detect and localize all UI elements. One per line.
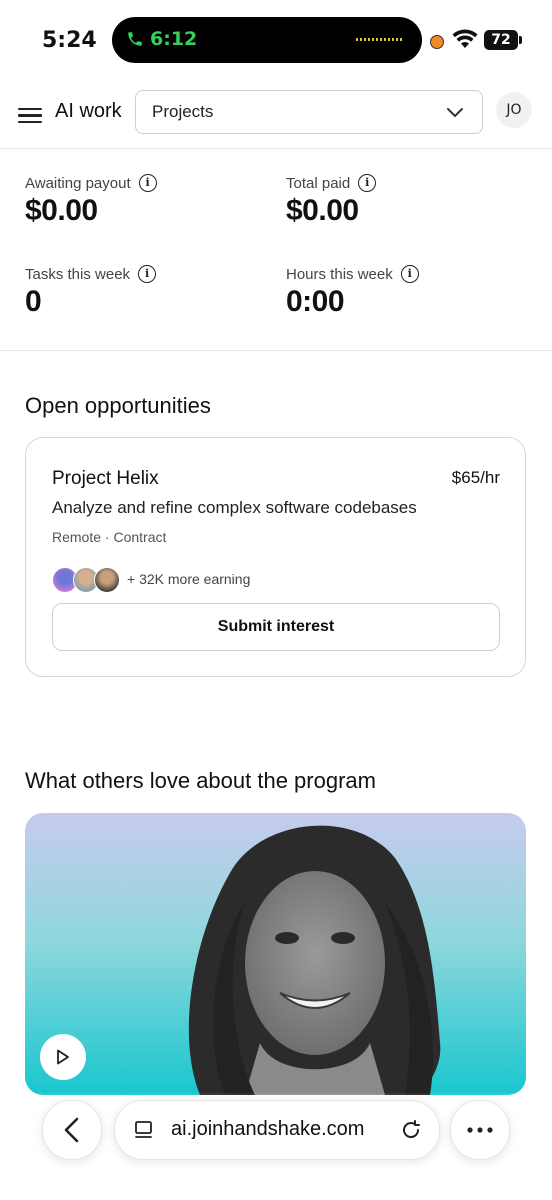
active-call[interactable]: 6:12 bbox=[126, 28, 197, 50]
phone-icon bbox=[128, 32, 142, 46]
submit-interest-button[interactable]: Submit interest bbox=[52, 603, 500, 651]
chevron-left-icon bbox=[64, 1117, 79, 1143]
app-title: AI work bbox=[55, 100, 122, 122]
info-icon[interactable]: i bbox=[400, 265, 419, 283]
stat-value: $0.00 bbox=[25, 194, 98, 227]
more-options-button[interactable] bbox=[450, 1100, 510, 1160]
workspace-select[interactable]: Projects bbox=[135, 90, 483, 134]
reload-icon[interactable] bbox=[399, 1118, 423, 1142]
testimonial-person-image bbox=[188, 825, 441, 1095]
dynamic-island[interactable]: 6:12 bbox=[112, 17, 422, 63]
stat-value: 0 bbox=[25, 285, 42, 318]
more-icon bbox=[467, 1127, 493, 1133]
play-icon bbox=[57, 1049, 69, 1065]
stat-label: Hours this week bbox=[286, 265, 393, 283]
audio-waveform-icon bbox=[356, 38, 404, 41]
earning-count: + 32K more earning bbox=[127, 571, 251, 587]
address-bar[interactable]: ai.joinhandshake.com bbox=[114, 1100, 440, 1160]
stat-total-paid: Total paid i $0.00 bbox=[286, 174, 526, 228]
opportunity-card[interactable]: Project Helix $65/hr Analyze and refine … bbox=[25, 437, 526, 677]
info-icon[interactable]: i bbox=[138, 174, 157, 192]
workspace-select-value: Projects bbox=[152, 102, 214, 121]
section-title-opportunities: Open opportunities bbox=[25, 393, 211, 418]
stat-label: Total paid bbox=[286, 174, 351, 192]
earnings-stats: Awaiting payout i $0.00 Total paid i $0.00… bbox=[0, 150, 552, 351]
avatar[interactable]: JO bbox=[496, 92, 532, 128]
avatar bbox=[94, 567, 120, 593]
app-header: AI work Projects JO bbox=[0, 88, 552, 149]
stat-value: 0:00 bbox=[286, 285, 345, 318]
stat-label: Awaiting payout bbox=[25, 174, 131, 192]
project-meta: Remote · Contract bbox=[52, 529, 167, 545]
wifi-icon bbox=[452, 29, 478, 48]
battery-indicator: 72 bbox=[484, 30, 522, 50]
play-button[interactable] bbox=[40, 1034, 86, 1080]
testimonial-video[interactable] bbox=[25, 813, 526, 1095]
stat-awaiting-payout: Awaiting payout i $0.00 bbox=[25, 174, 265, 228]
info-icon[interactable]: i bbox=[138, 265, 157, 283]
call-duration: 6:12 bbox=[150, 28, 198, 50]
stat-label: Tasks this week bbox=[25, 265, 131, 283]
section-title-testimonials: What others love about the program bbox=[25, 768, 376, 793]
url-text: ai.joinhandshake.com bbox=[171, 1118, 365, 1140]
tabs-icon bbox=[135, 1121, 152, 1138]
status-bar: 5:24 6:12 72 bbox=[0, 0, 552, 80]
status-time: 5:24 bbox=[42, 28, 97, 53]
hamburger-icon[interactable] bbox=[18, 104, 42, 126]
stat-tasks-this-week: Tasks this week i 0 bbox=[25, 265, 265, 319]
stat-hours-this-week: Hours this week i 0:00 bbox=[286, 265, 526, 319]
recording-indicator-icon bbox=[430, 35, 444, 49]
browser-toolbar: ai.joinhandshake.com bbox=[0, 1092, 552, 1200]
chevron-down-icon bbox=[447, 108, 463, 118]
project-description: Analyze and refine complex software code… bbox=[52, 498, 417, 517]
earner-avatars bbox=[52, 567, 122, 593]
info-icon[interactable]: i bbox=[358, 174, 377, 192]
project-rate: $65/hr bbox=[451, 468, 500, 487]
project-name: Project Helix bbox=[52, 468, 159, 489]
back-button[interactable] bbox=[42, 1100, 102, 1160]
stat-value: $0.00 bbox=[286, 194, 359, 227]
